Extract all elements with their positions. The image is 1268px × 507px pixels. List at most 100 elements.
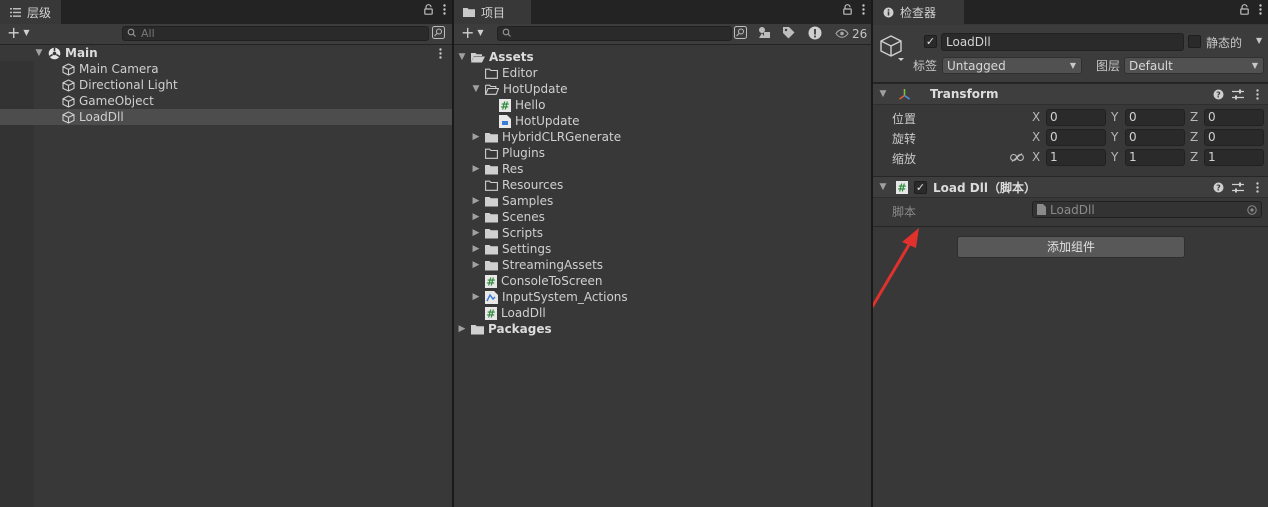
csharp-script-icon: #	[485, 274, 497, 288]
scale-label: 缩放	[892, 152, 917, 166]
more-options-icon[interactable]	[1259, 4, 1262, 15]
foldout-closed-icon[interactable]: ▶	[471, 212, 481, 222]
presets-sliders-icon[interactable]	[1232, 182, 1244, 193]
axis-z-label: Z	[1190, 110, 1199, 124]
lock-icon[interactable]	[843, 4, 852, 15]
scale-y-field[interactable]: 1	[1125, 149, 1185, 166]
empty-folder-icon	[485, 148, 498, 159]
hierarchy-item[interactable]: Main Camera	[0, 61, 452, 77]
position-x-field[interactable]: 0	[1046, 109, 1106, 126]
create-button[interactable]: + ▼	[7, 25, 30, 41]
foldout-closed-icon[interactable]: ▶	[471, 260, 481, 270]
more-options-icon[interactable]	[443, 4, 446, 15]
warning-filter-icon[interactable]	[808, 26, 822, 40]
active-checkbox[interactable]: ✓	[924, 35, 937, 48]
object-picker-icon	[1247, 204, 1257, 215]
project-folder[interactable]: Resources	[454, 177, 871, 193]
search-by-type-icon[interactable]	[432, 26, 445, 39]
search-by-type-icon[interactable]	[734, 26, 747, 39]
rotation-x-field[interactable]: 0	[1046, 129, 1106, 146]
tag-dropdown[interactable]: Untagged ▼	[942, 57, 1082, 74]
gameobject-large-icon[interactable]	[880, 34, 906, 62]
foldout-closed-icon[interactable]: ▶	[471, 244, 481, 254]
project-asset[interactable]: # LoadDll	[454, 305, 871, 321]
project-asset[interactable]: ▶ InputSystem_Actions	[454, 289, 871, 305]
constrain-proportions-link-icon[interactable]	[1010, 153, 1024, 162]
label-tag-icon[interactable]	[782, 26, 795, 39]
hierarchy-search-input[interactable]: All	[122, 26, 429, 41]
project-folder[interactable]: ▶ Samples	[454, 193, 871, 209]
static-checkbox[interactable]	[1188, 35, 1201, 48]
static-dropdown-icon[interactable]: ▼	[1256, 36, 1262, 45]
rotation-z-field[interactable]: 0	[1204, 129, 1264, 146]
tab-hierarchy[interactable]: 层级	[0, 0, 62, 24]
foldout-open-icon[interactable]: ▼	[471, 84, 481, 94]
project-item-label: Scripts	[502, 226, 544, 240]
project-folder[interactable]: Plugins	[454, 145, 871, 161]
component-enabled-checkbox[interactable]: ✓	[914, 180, 927, 194]
scene-row[interactable]: ▼ Main	[0, 45, 452, 61]
project-folder-packages[interactable]: ▶ Packages	[454, 321, 871, 337]
axis-z-label: Z	[1190, 130, 1199, 144]
project-folder[interactable]: ▶ Scripts	[454, 225, 871, 241]
foldout-closed-icon[interactable]: ▶	[471, 196, 481, 206]
project-folder[interactable]: ▼ HotUpdate	[454, 81, 871, 97]
presets-sliders-icon[interactable]	[1232, 89, 1244, 100]
filter-by-type-icon[interactable]	[758, 26, 772, 39]
foldout-open-icon[interactable]: ▼	[878, 182, 888, 192]
foldout-closed-icon[interactable]: ▶	[471, 228, 481, 238]
project-folder[interactable]: Editor	[454, 65, 871, 81]
hierarchy-item-selected[interactable]: LoadDll	[0, 109, 452, 125]
position-z-field[interactable]: 0	[1204, 109, 1264, 126]
component-more-icon[interactable]	[1256, 88, 1259, 100]
project-folder[interactable]: ▶ Res	[454, 161, 871, 177]
create-asset-button[interactable]: + ▼	[461, 25, 484, 41]
tab-inspector[interactable]: 检查器	[873, 0, 965, 24]
hidden-packages-toggle[interactable]: 26	[835, 27, 867, 41]
gameobject-cube-icon	[62, 78, 75, 92]
help-icon[interactable]: ?	[1213, 182, 1224, 193]
position-y-field[interactable]: 0	[1125, 109, 1185, 126]
hierarchy-item[interactable]: GameObject	[0, 93, 452, 109]
rotation-y-field[interactable]: 0	[1125, 129, 1185, 146]
transform-component-header[interactable]: ▼ Transform ?	[873, 83, 1268, 105]
foldout-open-icon[interactable]: ▼	[34, 48, 44, 58]
scale-z-field[interactable]: 1	[1204, 149, 1264, 166]
lock-icon[interactable]	[424, 4, 433, 15]
foldout-closed-icon[interactable]: ▶	[471, 132, 481, 142]
project-folder[interactable]: ▶ StreamingAssets	[454, 257, 871, 273]
tab-project[interactable]: 项目	[454, 0, 532, 24]
foldout-closed-icon[interactable]: ▶	[471, 292, 481, 302]
assembly-definition-icon	[499, 114, 511, 128]
script-object-field: LoadDll	[1032, 201, 1262, 218]
add-component-button[interactable]: 添加组件	[957, 236, 1185, 258]
foldout-closed-icon[interactable]: ▶	[457, 324, 467, 334]
scale-x-field[interactable]: 1	[1046, 149, 1106, 166]
project-search-input[interactable]	[497, 26, 732, 41]
component-more-icon[interactable]	[1256, 181, 1259, 193]
layer-value: Default	[1129, 58, 1173, 73]
hierarchy-item-label: GameObject	[79, 94, 154, 108]
scene-more-icon[interactable]	[439, 47, 442, 59]
foldout-open-icon[interactable]: ▼	[457, 52, 467, 62]
layer-dropdown[interactable]: Default ▼	[1124, 57, 1264, 74]
chevron-down-icon: ▼	[1069, 61, 1076, 70]
script-component-title: Load Dll（脚本）	[933, 180, 1036, 195]
transform-axes-icon	[898, 88, 911, 101]
hidden-count: 26	[852, 27, 868, 41]
object-name-field[interactable]: LoadDll	[941, 33, 1184, 51]
project-folder-assets[interactable]: ▼ Assets	[454, 49, 871, 65]
hierarchy-item[interactable]: Directional Light	[0, 77, 452, 93]
project-asset[interactable]: HotUpdate	[454, 113, 871, 129]
lock-icon[interactable]	[1240, 4, 1249, 15]
help-icon[interactable]: ?	[1213, 89, 1224, 100]
project-asset[interactable]: # ConsoleToScreen	[454, 273, 871, 289]
foldout-closed-icon[interactable]: ▶	[471, 164, 481, 174]
script-component-header[interactable]: ▼ # ✓ Load Dll（脚本） ?	[873, 176, 1268, 198]
project-asset[interactable]: # Hello	[454, 97, 871, 113]
project-folder[interactable]: ▶ Settings	[454, 241, 871, 257]
project-folder[interactable]: ▶ Scenes	[454, 209, 871, 225]
foldout-open-icon[interactable]: ▼	[878, 89, 888, 99]
project-folder[interactable]: ▶ HybridCLRGenerate	[454, 129, 871, 145]
more-options-icon[interactable]	[862, 4, 865, 15]
